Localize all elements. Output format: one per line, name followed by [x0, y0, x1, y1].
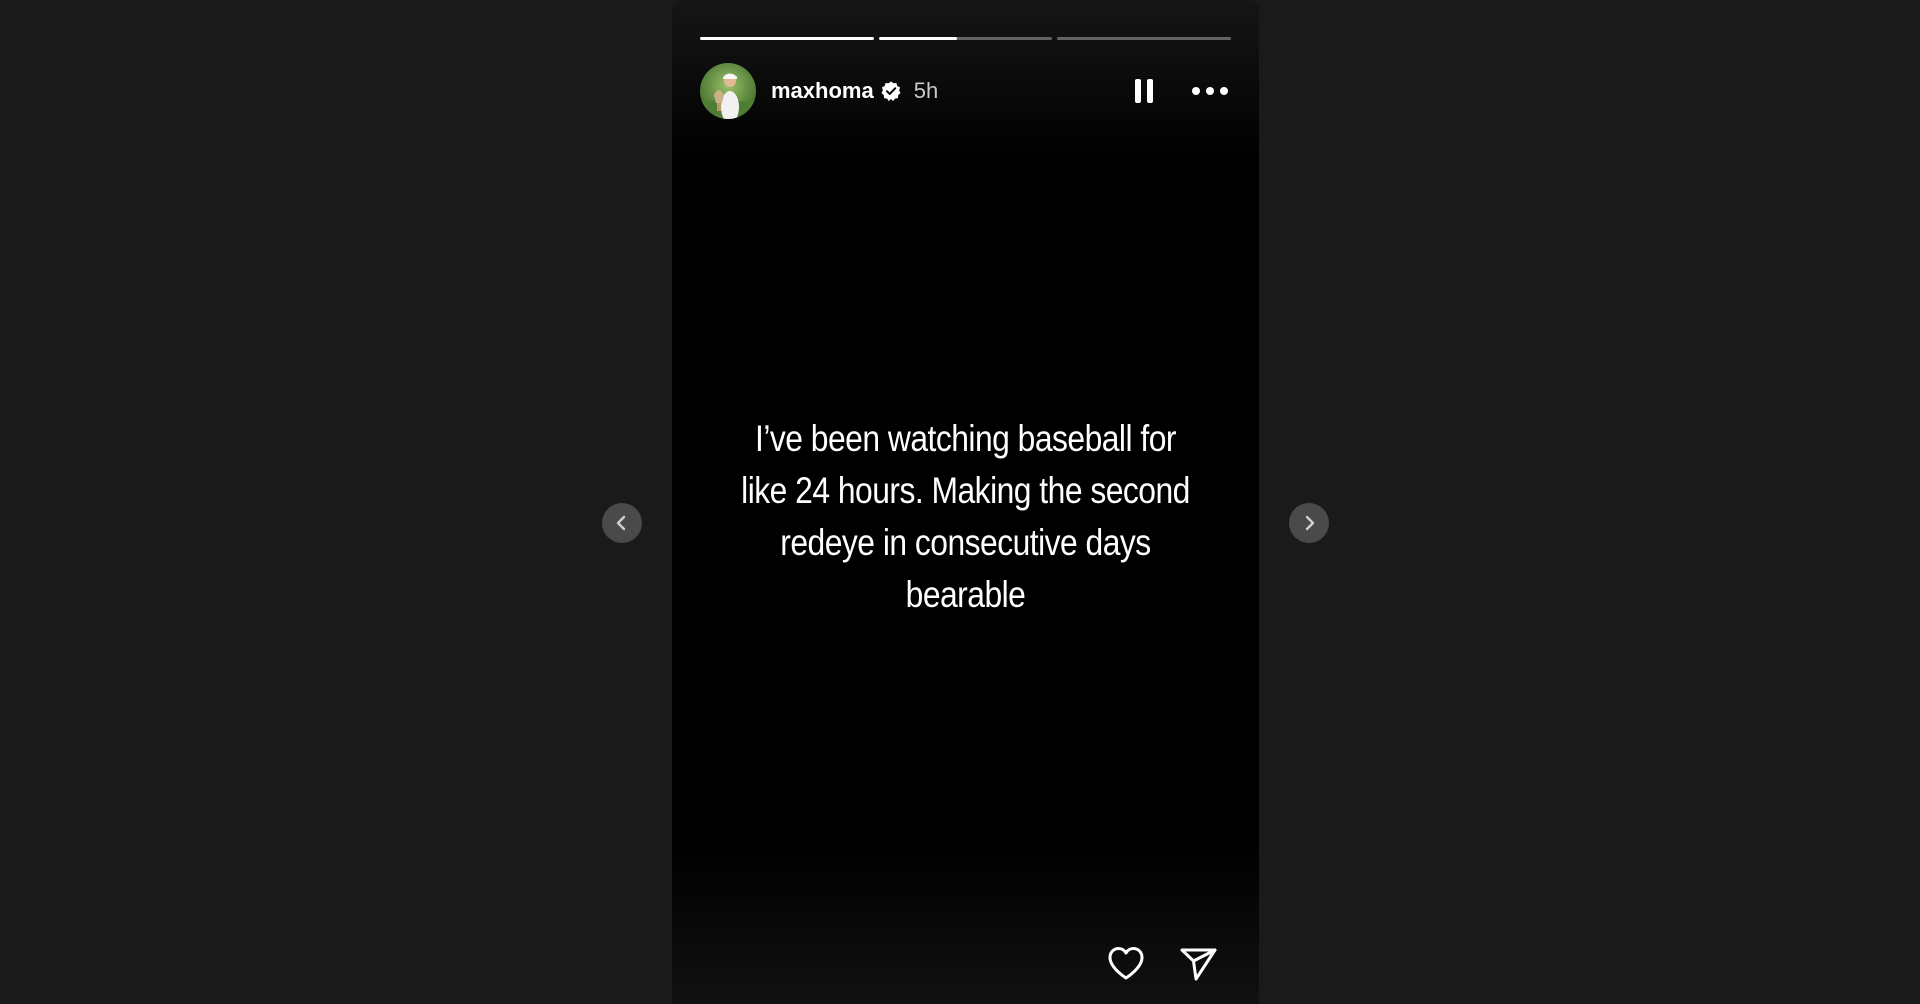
- chevron-right-icon: [1305, 515, 1315, 531]
- story-card[interactable]: maxhoma 5h I’ve been watching baseball f…: [672, 0, 1259, 1004]
- username[interactable]: maxhoma: [771, 78, 874, 104]
- avatar[interactable]: [700, 63, 756, 119]
- chevron-left-icon: [616, 515, 626, 531]
- verified-badge-icon: [880, 80, 902, 102]
- progress-segment: [1057, 37, 1232, 40]
- progress-segment: [700, 37, 874, 40]
- more-options-icon: [1192, 87, 1228, 95]
- profile-photo-icon: [700, 63, 756, 119]
- story-text-line: bearable: [905, 574, 1026, 615]
- progress-fill: [878, 37, 957, 40]
- pause-icon: [1135, 79, 1153, 103]
- more-options-button[interactable]: [1189, 73, 1231, 109]
- story-header: maxhoma 5h: [700, 62, 1231, 120]
- heart-icon[interactable]: [1105, 942, 1147, 984]
- story-text-line: redeye in consecutive days: [780, 522, 1151, 563]
- previous-story-button[interactable]: [602, 503, 642, 543]
- pause-button[interactable]: [1129, 73, 1159, 109]
- send-icon[interactable]: [1177, 942, 1219, 984]
- next-story-button[interactable]: [1289, 503, 1329, 543]
- progress-segment: [878, 37, 1053, 40]
- story-progress-bars: [700, 37, 1232, 41]
- story-text-line: like 24 hours. Making the second: [741, 470, 1190, 511]
- story-text-line: I’ve been watching baseball for: [755, 418, 1176, 459]
- story-actions: [1105, 942, 1219, 1004]
- progress-fill: [700, 37, 874, 40]
- post-timestamp: 5h: [913, 78, 939, 103]
- story-viewer: maxhoma 5h I’ve been watching baseball f…: [0, 0, 1920, 1004]
- story-text: I’ve been watching baseball for like 24 …: [739, 413, 1192, 621]
